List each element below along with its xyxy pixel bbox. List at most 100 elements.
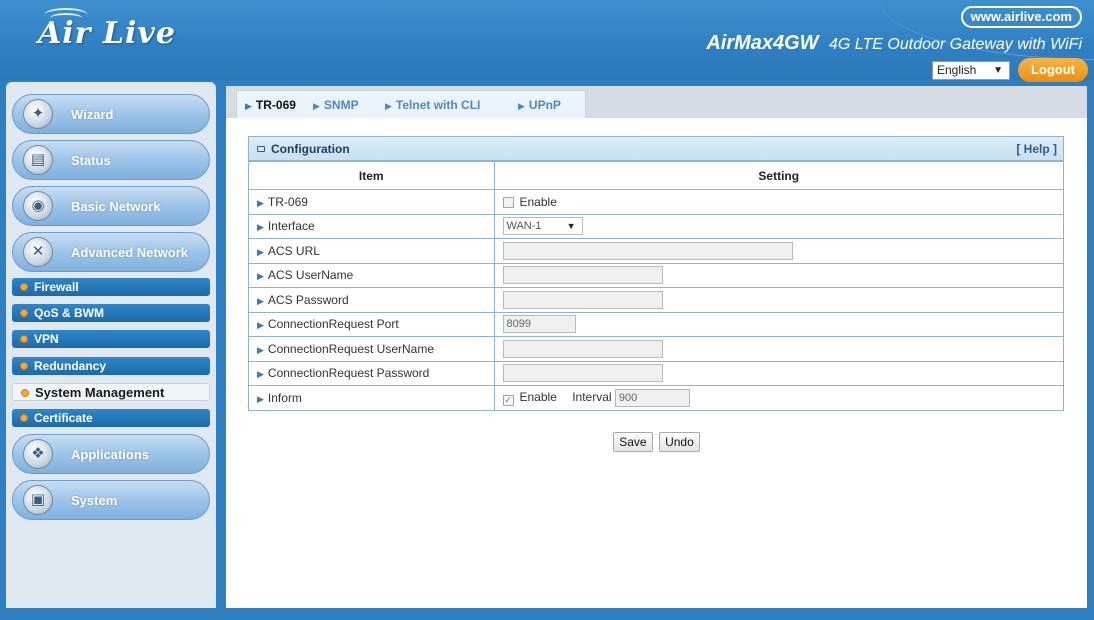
sidebar-item-label: Basic Network bbox=[71, 199, 161, 214]
bullet-icon bbox=[20, 414, 28, 422]
bullet-icon bbox=[20, 335, 28, 343]
inform-enable-checkbox[interactable]: ✓ bbox=[502, 395, 514, 407]
product-name: AirMax4GW bbox=[706, 32, 819, 54]
status-icon: ▤ bbox=[23, 145, 53, 175]
table-row: ▶ ACS UserName bbox=[249, 262, 1063, 288]
sidebar-sub-vpn[interactable]: VPN bbox=[12, 330, 210, 348]
sidebar-sub-system-management[interactable]: System Management bbox=[12, 383, 210, 401]
bottom-bar bbox=[0, 608, 1094, 620]
wizard-icon: ✦ bbox=[23, 99, 53, 129]
sidebar-item-label: Advanced Network bbox=[71, 245, 189, 260]
caret-right-icon: ▶ bbox=[257, 197, 264, 208]
undo-button[interactable]: Undo bbox=[659, 432, 700, 452]
row-setting-cell bbox=[494, 262, 1063, 288]
row-setting-cell bbox=[494, 336, 1063, 361]
row-label: ACS UserName bbox=[267, 268, 354, 283]
row-label: ConnectionRequest Password bbox=[267, 366, 430, 381]
caret-right-icon: ▶ bbox=[257, 295, 264, 306]
sidebar: ✦ Wizard ▤ Status ◉ Basic Network ✕ Adva… bbox=[6, 82, 216, 608]
row-label: TR-069 bbox=[267, 194, 308, 209]
tab-label: UPnP bbox=[528, 98, 561, 112]
logout-button[interactable]: Logout bbox=[1018, 58, 1088, 82]
caret-right-icon: ▶ bbox=[257, 222, 264, 233]
caret-right-icon: ▶ bbox=[257, 369, 264, 380]
column-header-item: Item bbox=[249, 161, 495, 190]
sidebar-sub-label: QoS & BWM bbox=[34, 306, 104, 320]
sidebar-item-wizard[interactable]: ✦ Wizard bbox=[12, 94, 210, 134]
website-badge[interactable]: www.airlive.com bbox=[960, 6, 1082, 28]
inform-interval-input[interactable]: 900 bbox=[614, 389, 690, 407]
caret-right-icon: ▶ bbox=[257, 246, 264, 257]
advanced-network-icon: ✕ bbox=[23, 237, 53, 267]
sidebar-sub-label: Firewall bbox=[34, 280, 79, 294]
connection-request-username-input[interactable] bbox=[502, 339, 663, 358]
header-banner: Air Live www.airlive.com AirMax4GW 4G LT… bbox=[0, 0, 1094, 82]
tab-label: TR-069 bbox=[255, 98, 296, 112]
acs-password-input[interactable] bbox=[502, 290, 663, 309]
table-row: ▶ Inform ✓ Enable Interval 900 bbox=[249, 385, 1063, 410]
row-label: ACS URL bbox=[267, 243, 320, 258]
sidebar-sub-redundancy[interactable]: Redundancy bbox=[12, 357, 210, 375]
table-row: ▶ Interface WAN-1 ▼ bbox=[249, 213, 1063, 239]
applications-icon: ❖ bbox=[23, 439, 53, 469]
interface-value: WAN-1 bbox=[506, 220, 542, 233]
sidebar-item-label: Applications bbox=[71, 447, 150, 462]
sidebar-sub-label: VPN bbox=[34, 332, 59, 346]
connection-request-port-input[interactable]: 8099 bbox=[502, 315, 576, 334]
configuration-panel: Configuration [ Help ] Item Setting ▶ TR-… bbox=[248, 136, 1064, 411]
sidebar-item-basic-network[interactable]: ◉ Basic Network bbox=[12, 186, 210, 226]
caret-right-icon: ▶ bbox=[257, 344, 264, 355]
row-label: ConnectionRequest Port bbox=[267, 317, 399, 332]
sidebar-sub-label: System Management bbox=[35, 385, 165, 400]
tr069-enable-checkbox[interactable] bbox=[502, 196, 514, 208]
row-setting-cell: ✓ Enable Interval 900 bbox=[494, 385, 1063, 410]
caret-right-icon: ▶ bbox=[257, 320, 264, 331]
sidebar-item-status[interactable]: ▤ Status bbox=[12, 140, 210, 180]
bullet-icon bbox=[21, 389, 29, 397]
tab-strip: ▶ TR-069 ▶ SNMP ▶ Telnet with CLI ▶ UPnP bbox=[236, 90, 586, 118]
row-setting-cell bbox=[494, 238, 1063, 263]
save-button[interactable]: Save bbox=[613, 432, 653, 452]
sidebar-sub-qos-bwm[interactable]: QoS & BWM bbox=[12, 304, 210, 322]
airlive-logo: Air Live bbox=[38, 16, 176, 51]
sidebar-item-system[interactable]: ▣ System bbox=[12, 480, 210, 520]
collapse-icon[interactable] bbox=[257, 146, 265, 152]
table-row: ▶ TR-069 Enable bbox=[249, 189, 1063, 214]
tab-label: SNMP bbox=[323, 98, 359, 112]
tab-upnp[interactable]: ▶ UPnP bbox=[518, 98, 561, 112]
table-row: ▶ ACS Password bbox=[249, 287, 1063, 312]
table-row: ▶ ConnectionRequest Port 8099 bbox=[249, 311, 1063, 337]
interface-select[interactable]: WAN-1 ▼ bbox=[502, 217, 583, 236]
tab-label: Telnet with CLI bbox=[395, 98, 481, 112]
sidebar-item-applications[interactable]: ❖ Applications bbox=[12, 434, 210, 474]
row-setting-cell bbox=[494, 287, 1063, 312]
connection-request-password-input[interactable] bbox=[502, 364, 663, 383]
tab-telnet-cli[interactable]: ▶ Telnet with CLI bbox=[385, 98, 480, 112]
acs-username-input[interactable] bbox=[502, 266, 663, 285]
basic-network-icon: ◉ bbox=[23, 191, 53, 221]
table-row: ▶ ACS URL bbox=[249, 238, 1063, 263]
row-label: Inform bbox=[267, 391, 302, 405]
caret-right-icon: ▶ bbox=[257, 271, 264, 282]
sidebar-sub-firewall[interactable]: Firewall bbox=[12, 278, 210, 296]
sidebar-item-advanced-network[interactable]: ✕ Advanced Network bbox=[12, 232, 210, 272]
language-select[interactable]: English ▼ bbox=[932, 61, 1010, 80]
row-label-cell: ▶ ACS UserName bbox=[249, 262, 495, 288]
caret-right-icon: ▶ bbox=[313, 101, 320, 111]
acs-url-input[interactable] bbox=[502, 241, 793, 260]
row-label-cell: ▶ ConnectionRequest UserName bbox=[249, 336, 495, 361]
bullet-icon bbox=[20, 309, 28, 317]
row-label-cell: ▶ Inform bbox=[249, 385, 495, 410]
row-label-cell: ▶ TR-069 bbox=[249, 189, 495, 214]
sidebar-sub-label: Redundancy bbox=[34, 359, 107, 373]
help-link[interactable]: [ Help ] bbox=[1016, 142, 1057, 156]
caret-right-icon: ▶ bbox=[385, 101, 392, 111]
caret-right-icon: ▶ bbox=[257, 394, 264, 404]
tab-tr069[interactable]: ▶ TR-069 bbox=[245, 98, 296, 112]
sidebar-item-label: Wizard bbox=[71, 107, 114, 122]
bullet-icon bbox=[20, 362, 28, 370]
table-row: ▶ ConnectionRequest Password bbox=[249, 360, 1063, 386]
tab-snmp[interactable]: ▶ SNMP bbox=[313, 98, 359, 112]
row-setting-cell: 8099 bbox=[494, 311, 1063, 337]
sidebar-sub-certificate[interactable]: Certificate bbox=[12, 409, 210, 427]
